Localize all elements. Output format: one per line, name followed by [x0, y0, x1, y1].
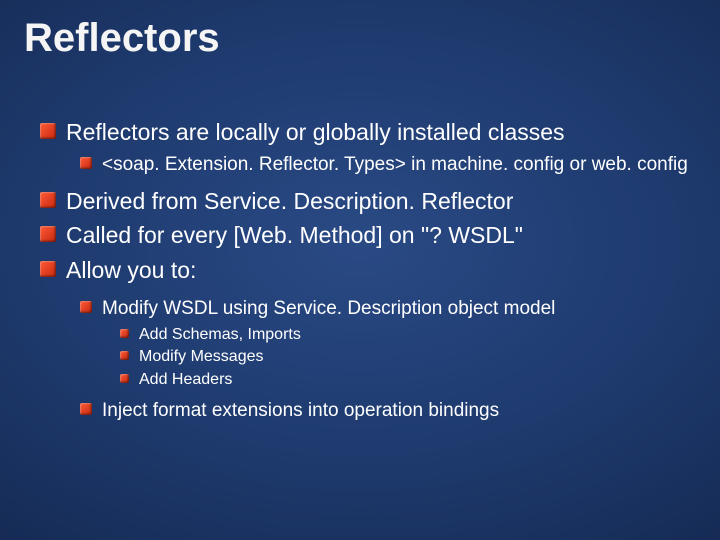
slide-content: Reflectors are locally or globally insta…: [40, 118, 690, 427]
bullet-text: Called for every [Web. Method] on "? WSD…: [66, 221, 523, 250]
bullet-icon: [80, 403, 92, 415]
slide: Reflectors Reflectors are locally or glo…: [0, 0, 720, 540]
bullet-item: Inject format extensions into operation …: [80, 399, 690, 423]
bullet-icon: [80, 301, 92, 313]
bullet-item: Reflectors are locally or globally insta…: [40, 118, 690, 147]
bullet-text: Derived from Service. Description. Refle…: [66, 187, 513, 216]
bullet-icon: [120, 329, 129, 338]
bullet-text: Add Headers: [139, 370, 232, 391]
bullet-item: Modify WSDL using Service. Description o…: [80, 297, 690, 321]
bullet-icon: [40, 226, 56, 242]
bullet-item: Add Schemas, Imports: [120, 325, 690, 346]
bullet-icon: [120, 374, 129, 383]
bullet-text: <soap. Extension. Reflector. Types> in m…: [102, 153, 688, 177]
bullet-text: Reflectors are locally or globally insta…: [66, 118, 565, 147]
bullet-icon: [120, 351, 129, 360]
bullet-icon: [40, 123, 56, 139]
bullet-icon: [80, 157, 92, 169]
bullet-item: <soap. Extension. Reflector. Types> in m…: [80, 153, 690, 177]
bullet-icon: [40, 261, 56, 277]
bullet-item: Called for every [Web. Method] on "? WSD…: [40, 221, 690, 250]
bullet-text: Allow you to:: [66, 256, 196, 285]
bullet-text: Add Schemas, Imports: [139, 325, 301, 346]
bullet-text: Modify WSDL using Service. Description o…: [102, 297, 555, 321]
bullet-item: Allow you to:: [40, 256, 690, 285]
bullet-item: Add Headers: [120, 370, 690, 391]
slide-title: Reflectors: [24, 16, 220, 61]
bullet-item: Modify Messages: [120, 347, 690, 368]
bullet-text: Modify Messages: [139, 347, 264, 368]
bullet-icon: [40, 192, 56, 208]
bullet-item: Derived from Service. Description. Refle…: [40, 187, 690, 216]
bullet-text: Inject format extensions into operation …: [102, 399, 499, 423]
